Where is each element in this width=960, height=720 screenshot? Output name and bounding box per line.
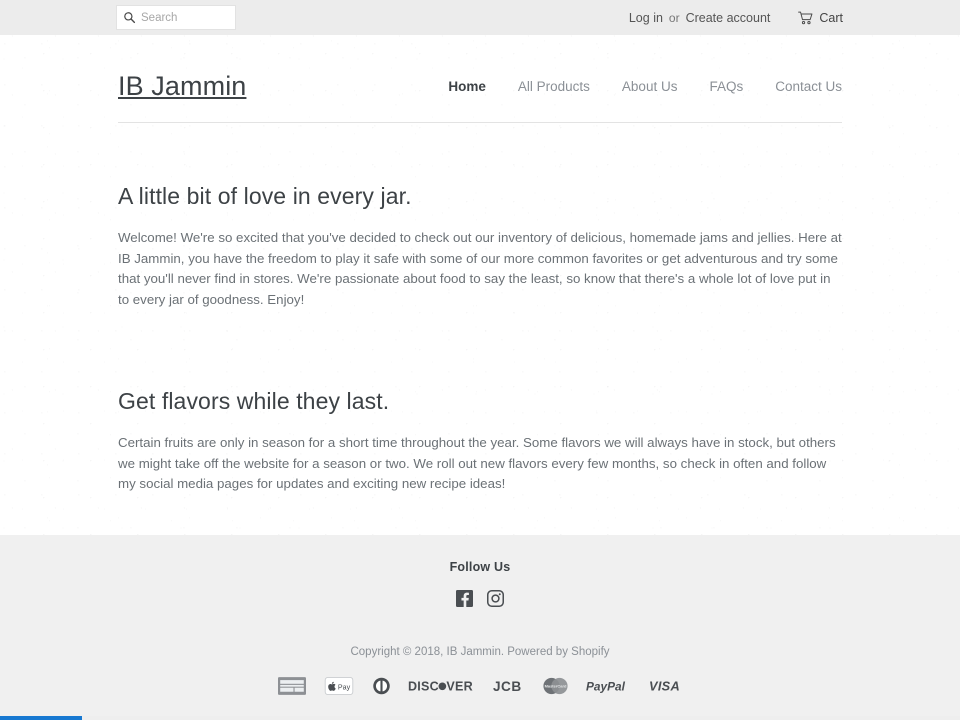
social-links [0,590,960,607]
nav-item-home[interactable]: Home [448,79,486,94]
paypal-icon: PayPal [586,679,626,693]
or-separator: or [668,10,680,25]
svg-text:PayPal: PayPal [586,679,626,693]
svg-text:VER: VER [446,679,472,693]
section-two-title: Get flavors while they last. [118,388,390,414]
search-icon [123,11,136,24]
cart-label: Cart [819,10,843,25]
instagram-icon[interactable] [487,590,504,607]
loading-progress-bar [0,716,82,720]
svg-text:DISC: DISC [408,679,439,693]
loading-bar-track [0,716,960,720]
utility-bar: Log in or Create account Cart [0,0,960,35]
copyright-text: Copyright © 2018, IB Jammin. Powered by … [350,646,610,658]
follow-us-heading: Follow Us [449,560,511,574]
shopping-cart-icon [798,11,813,25]
american-express-icon [277,677,306,695]
payment-methods: Pay DISC VER JCB MasterCard PayPal VISA [0,677,960,695]
discover-icon: DISC VER [408,679,473,693]
nav-item-contact-us[interactable]: Contact Us [775,79,842,94]
page-root: Log in or Create account Cart IB Jammin … [0,0,960,720]
section-two-paragraph: Certain fruits are only in season for a … [118,435,836,491]
site-header: IB Jammin Home All Products About Us FAQ… [118,35,842,127]
login-link[interactable]: Log in [629,11,663,25]
nav-item-about-us[interactable]: About Us [622,79,678,94]
site-footer: Follow Us Copyright © 2018, IB Jammin. P… [0,535,960,720]
svg-text:JCB: JCB [493,679,522,694]
main-content: A little bit of love in every jar. Welco… [118,127,842,495]
create-account-link[interactable]: Create account [686,11,771,25]
facebook-icon[interactable] [456,590,473,607]
main-navigation: Home All Products About Us FAQs Contact … [416,79,842,94]
apple-pay-icon: Pay [324,677,353,695]
cart-link[interactable]: Cart [798,11,843,25]
intro-paragraph: Welcome! We're so excited that you've de… [118,230,842,307]
nav-item-faqs[interactable]: FAQs [709,79,743,94]
header-divider [118,122,842,123]
search-input[interactable] [141,11,229,24]
jcb-icon: JCB [493,679,522,694]
account-links: Log in or Create account Cart [629,0,843,35]
visa-icon: VISA [649,679,680,694]
svg-text:Pay: Pay [337,683,350,691]
diners-club-icon [372,677,390,695]
svg-text:MasterCard: MasterCard [544,684,566,689]
search-box[interactable] [116,5,236,30]
svg-text:VISA: VISA [649,679,680,694]
page-title: A little bit of love in every jar. [118,183,412,209]
nav-item-all-products[interactable]: All Products [518,79,590,94]
site-logo[interactable]: IB Jammin [118,71,246,102]
mastercard-icon: MasterCard [542,677,568,695]
